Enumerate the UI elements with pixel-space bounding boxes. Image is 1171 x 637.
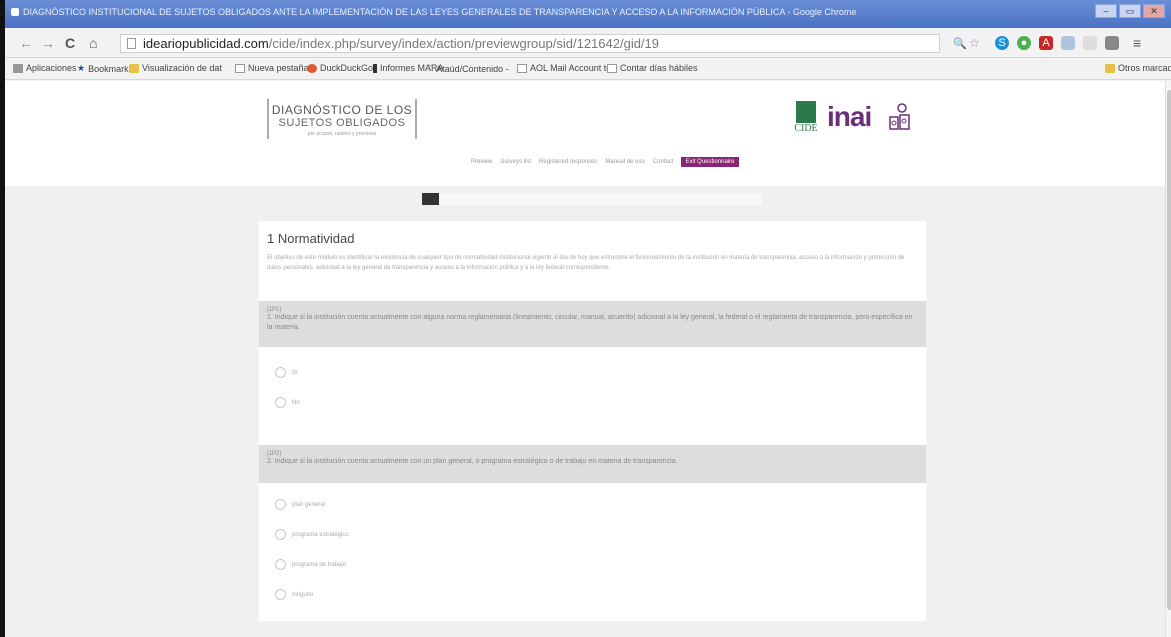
- skype-extension-icon[interactable]: S: [995, 36, 1009, 50]
- option-label: Sí: [292, 369, 298, 376]
- extension-green-icon[interactable]: ●: [1017, 36, 1031, 50]
- folder-icon: [129, 63, 139, 73]
- question-header: [1P1] 1. Indique si la institución cuent…: [259, 301, 926, 347]
- site-header: DIAGNÓSTICO DE LOS SUJETOS OBLIGADOS por…: [5, 81, 1165, 186]
- bookmark-duckduckgo[interactable]: DuckDuckGo: [307, 63, 373, 73]
- option-programa-trabajo[interactable]: programa de trabajo: [275, 559, 346, 570]
- star-icon: ★: [77, 63, 86, 73]
- bookmark-aol[interactable]: AOL Mail Account to: [517, 63, 611, 73]
- group-description: El objetivo de este módulo es identifica…: [267, 255, 905, 271]
- bookmark-ataud[interactable]: ⚚ Ataúd/Contenido -: [425, 63, 509, 74]
- question-group-card: 1 Normatividad El objetivo de este módul…: [259, 221, 926, 621]
- browser-window: DIAGNÓSTICO INSTITUCIONAL DE SUJETOS OBL…: [0, 0, 1171, 637]
- window-title: DIAGNÓSTICO INSTITUCIONAL DE SUJETOS OBL…: [23, 7, 857, 17]
- diagnostico-logo[interactable]: DIAGNÓSTICO DE LOS SUJETOS OBLIGADOS por…: [267, 99, 417, 139]
- bookmark-label: Nueva pestaña: [248, 63, 309, 73]
- logo-line-3: por acceso, rastreo y procesos: [307, 131, 377, 137]
- web-page: DIAGNÓSTICO DE LOS SUJETOS OBLIGADOS por…: [5, 81, 1165, 637]
- bookmark-contar-dias[interactable]: Contar días hábiles: [607, 63, 698, 73]
- page-icon: [127, 38, 136, 49]
- group-title: 1 Normatividad: [267, 231, 355, 246]
- bookmark-icon: [373, 63, 377, 73]
- zoom-icon[interactable]: 🔍: [953, 37, 967, 50]
- bookmark-nueva-pestana[interactable]: Nueva pestaña: [235, 63, 309, 73]
- bookmark-label: Visualización de dat: [142, 63, 222, 73]
- logo-line-2: SUJETOS OBLIGADOS: [278, 117, 406, 129]
- question-text: 1. Indique si la institución cuenta actu…: [267, 314, 913, 331]
- nav-manual[interactable]: Manual de uso: [605, 159, 644, 165]
- radio-button[interactable]: [275, 559, 286, 570]
- bookmark-label: Contar días hábiles: [620, 63, 698, 73]
- bookmark-visualizacion[interactable]: Visualización de dat: [129, 63, 222, 73]
- extension-grey-icon[interactable]: [1083, 36, 1097, 50]
- radio-button[interactable]: [275, 529, 286, 540]
- question-header: [1P2] 2. Indique si la institución cuent…: [259, 445, 926, 483]
- close-button[interactable]: ✕: [1143, 4, 1165, 18]
- question-text: 2. Indique si la institución cuenta actu…: [267, 458, 678, 465]
- bookmark-label: Ataúd/Contenido -: [436, 63, 509, 74]
- option-label: ninguno: [292, 591, 314, 598]
- address-toolbar: ← → C ⌂ ideariopublicidad.com/cide/index…: [5, 28, 1171, 58]
- bookmark-label: Otros marcadores: [1118, 63, 1171, 73]
- scrollbar-thumb[interactable]: [1167, 90, 1171, 610]
- nav-exit-questionnaire[interactable]: Exit Questionnaire: [681, 157, 739, 167]
- duckduckgo-icon: [307, 63, 317, 73]
- address-bar[interactable]: ideariopublicidad.com/cide/index.php/sur…: [120, 34, 940, 53]
- radio-button[interactable]: [275, 397, 286, 408]
- inai-logo: inai: [827, 101, 872, 132]
- back-icon[interactable]: ←: [19, 35, 33, 51]
- nav-registered-responses[interactable]: Registered responses: [539, 159, 597, 165]
- survey-progress-bar: [422, 193, 762, 205]
- page-icon: [235, 63, 245, 73]
- bookmarks-bar: Aplicaciones ★ Bookmarks Visualización de…: [5, 58, 1171, 80]
- title-bar: DIAGNÓSTICO INSTITUCIONAL DE SUJETOS OBL…: [5, 0, 1171, 28]
- inai-people-icon: [889, 103, 910, 130]
- logo-line-1: DIAGNÓSTICO DE LOS: [271, 103, 413, 117]
- page-icon: [517, 63, 527, 73]
- cide-logo: CIDE: [793, 101, 819, 137]
- home-icon[interactable]: ⌂: [89, 35, 97, 51]
- option-label: programa estratégico: [292, 531, 349, 538]
- extension-blue-icon[interactable]: [1061, 36, 1075, 50]
- bookmark-label: Aplicaciones: [26, 63, 77, 73]
- folder-icon: [1105, 63, 1115, 73]
- cide-label: CIDE: [794, 123, 818, 134]
- radio-button[interactable]: [275, 367, 286, 378]
- bookmark-label: DuckDuckGo: [320, 63, 374, 73]
- bookmark-bookmarks[interactable]: ★ Bookmarks: [77, 63, 133, 74]
- forward-icon[interactable]: →: [41, 35, 55, 51]
- radio-button[interactable]: [275, 499, 286, 510]
- page-icon: [607, 63, 617, 73]
- nav-contact[interactable]: Contact: [653, 159, 674, 165]
- chrome-icon: [11, 8, 19, 16]
- site-nav: Preview Surveys list Registered response…: [471, 157, 739, 167]
- option-plan-general[interactable]: plan general: [275, 499, 325, 510]
- bookmark-icon: ⚚: [425, 63, 434, 73]
- option-programa-estrategico[interactable]: programa estratégico: [275, 529, 349, 540]
- option-si[interactable]: Sí: [275, 367, 298, 378]
- nav-surveys-list[interactable]: Surveys list: [500, 159, 531, 165]
- bookmark-label: Bookmarks: [88, 63, 134, 74]
- nav-preview[interactable]: Preview: [471, 159, 492, 165]
- option-label: plan general: [292, 501, 326, 508]
- bookmark-otros[interactable]: Otros marcadores: [1105, 63, 1171, 73]
- url-path: /cide/index.php/survey/index/action/prev…: [268, 36, 660, 51]
- star-icon[interactable]: ☆: [969, 36, 980, 50]
- option-label: No: [292, 399, 300, 406]
- bookmark-label: AOL Mail Account to: [530, 63, 612, 73]
- account-icon[interactable]: [1105, 36, 1119, 50]
- option-no[interactable]: No: [275, 397, 300, 408]
- pdf-extension-icon[interactable]: A: [1039, 36, 1053, 50]
- progress-fill: [422, 193, 439, 205]
- url-host: ideariopublicidad.com: [143, 36, 269, 51]
- option-label: programa de trabajo: [292, 561, 347, 568]
- option-ninguno[interactable]: ninguno: [275, 589, 313, 600]
- apps-icon: [13, 63, 23, 73]
- minimize-button[interactable]: –: [1095, 4, 1117, 18]
- maximize-button[interactable]: ▭: [1119, 4, 1141, 18]
- bookmark-apps[interactable]: Aplicaciones: [13, 63, 77, 73]
- radio-button[interactable]: [275, 589, 286, 600]
- reload-icon[interactable]: C: [65, 35, 75, 51]
- menu-icon[interactable]: ≡: [1133, 35, 1141, 51]
